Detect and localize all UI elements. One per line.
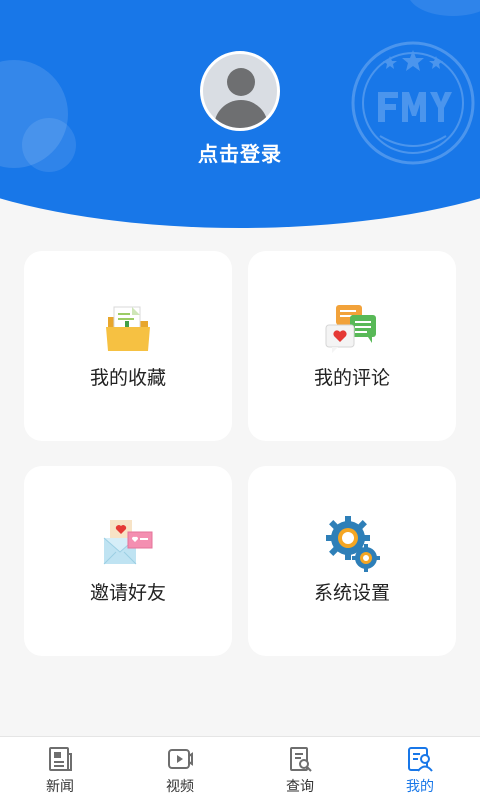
- profile-icon: [408, 747, 433, 772]
- favorites-label: 我的收藏: [89, 367, 166, 389]
- tab-video-label: 视频: [166, 779, 194, 795]
- bottom-tab-bar: 新闻 视频 查询 我的: [0, 736, 480, 800]
- tab-search-label: 查询: [286, 779, 314, 795]
- tab-news[interactable]: 新闻: [0, 737, 120, 800]
- settings-card[interactable]: 系统设置: [248, 466, 456, 656]
- tab-video[interactable]: 视频: [120, 737, 240, 800]
- invite-label: 邀请好友: [89, 582, 166, 604]
- comments-icon: [248, 301, 456, 357]
- favorites-folder-icon: [24, 301, 232, 357]
- tab-profile-label: 我的: [406, 779, 434, 795]
- avatar-head: [227, 68, 255, 96]
- search-document-icon: [290, 747, 312, 772]
- avatar[interactable]: [200, 51, 280, 131]
- login-link[interactable]: 点击登录: [0, 138, 480, 167]
- settings-label: 系统设置: [313, 582, 390, 604]
- comments-label: 我的评论: [313, 367, 390, 389]
- invite-envelope-icon: [24, 516, 232, 572]
- video-icon: [168, 749, 193, 769]
- profile-header: 点击登录: [0, 0, 480, 228]
- avatar-body: [214, 100, 268, 128]
- settings-gears-icon: [248, 516, 456, 572]
- tab-search[interactable]: 查询: [240, 737, 360, 800]
- favorites-card[interactable]: 我的收藏: [24, 251, 232, 441]
- invite-card[interactable]: 邀请好友: [24, 466, 232, 656]
- news-icon: [49, 747, 72, 771]
- tab-profile[interactable]: 我的: [360, 737, 480, 800]
- tab-news-label: 新闻: [46, 779, 74, 795]
- comments-card[interactable]: 我的评论: [248, 251, 456, 441]
